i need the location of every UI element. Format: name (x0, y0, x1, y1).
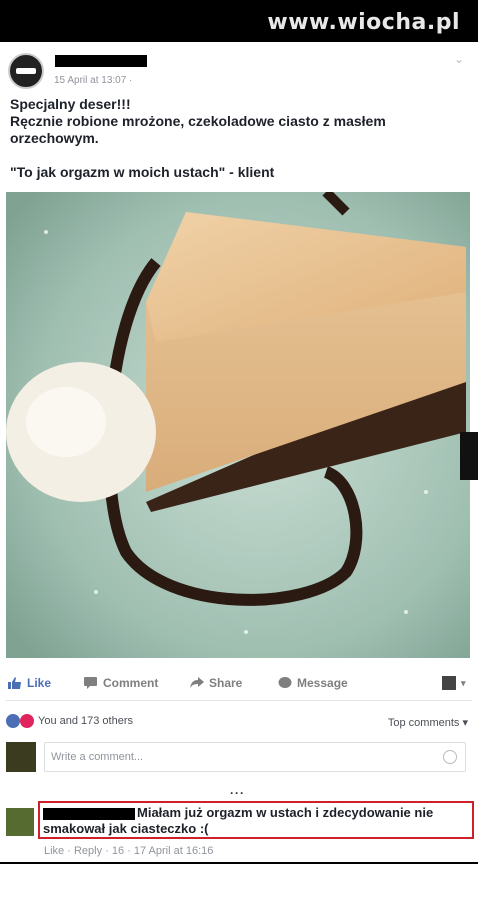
love-reaction-icon (20, 714, 34, 728)
reactions-summary[interactable]: You and 173 others (6, 714, 133, 728)
comment-placeholder: Write a comment... (51, 751, 144, 763)
post-line: Specjalny deser!!! (10, 96, 131, 112)
redacted-commenter-name (43, 807, 135, 820)
post-as-avatar (442, 676, 456, 690)
post-line (10, 147, 470, 164)
post-as-selector[interactable]: ▾ (442, 676, 466, 690)
share-label: Share (209, 676, 243, 690)
post-text: Specjalny deser!!! Ręcznie robione mrożo… (10, 96, 470, 181)
page-avatar[interactable] (8, 53, 44, 89)
comment-button[interactable]: Comment (84, 676, 158, 690)
commenter-avatar[interactable] (6, 808, 34, 836)
post-actions: Like Comment Share Message ▾ (0, 672, 478, 696)
post-line: "To jak orgazm w moich ustach" - klient (10, 164, 275, 180)
caret-down-icon: ▾ (461, 677, 466, 688)
redacted-page-name (55, 55, 147, 67)
chevron-down-icon[interactable]: ⌄ (454, 52, 464, 66)
like-button[interactable]: Like (8, 676, 51, 690)
comment-meta[interactable]: Like · Reply · 16 · 17 April at 16:16 (44, 845, 213, 857)
message-label: Message (297, 676, 348, 690)
post-line: Ręcznie robione mrożone, czekoladowe cia… (10, 113, 390, 146)
share-icon (190, 677, 204, 688)
like-label: Like (27, 676, 52, 690)
like-reaction-icon (6, 714, 20, 728)
post-timestamp[interactable]: 15 April at 13:07 · (54, 75, 132, 86)
messenger-icon (278, 677, 292, 688)
message-button[interactable]: Message (278, 676, 348, 690)
watermark: www.wiocha.pl (267, 10, 460, 35)
thumbs-up-icon (8, 677, 21, 689)
highlighted-comment: Miałam już orgazm w ustach i zdecydowani… (38, 801, 474, 839)
current-user-avatar (6, 742, 36, 772)
share-button[interactable]: Share (190, 676, 242, 690)
comment-icon (84, 677, 97, 689)
write-comment-row: Write a comment... (6, 742, 470, 774)
comment-input[interactable]: Write a comment... (44, 742, 466, 772)
comment-label: Comment (103, 676, 159, 690)
bottom-strip (0, 864, 478, 900)
post-photo[interactable] (6, 192, 470, 658)
divider (6, 700, 472, 701)
side-panel-tab[interactable] (460, 432, 478, 480)
top-comments-dropdown[interactable]: Top comments ▾ (388, 716, 468, 729)
more-comments[interactable]: ··· (230, 786, 245, 800)
emoji-icon[interactable] (443, 750, 457, 764)
reactions-text: You and 173 others (38, 715, 134, 727)
